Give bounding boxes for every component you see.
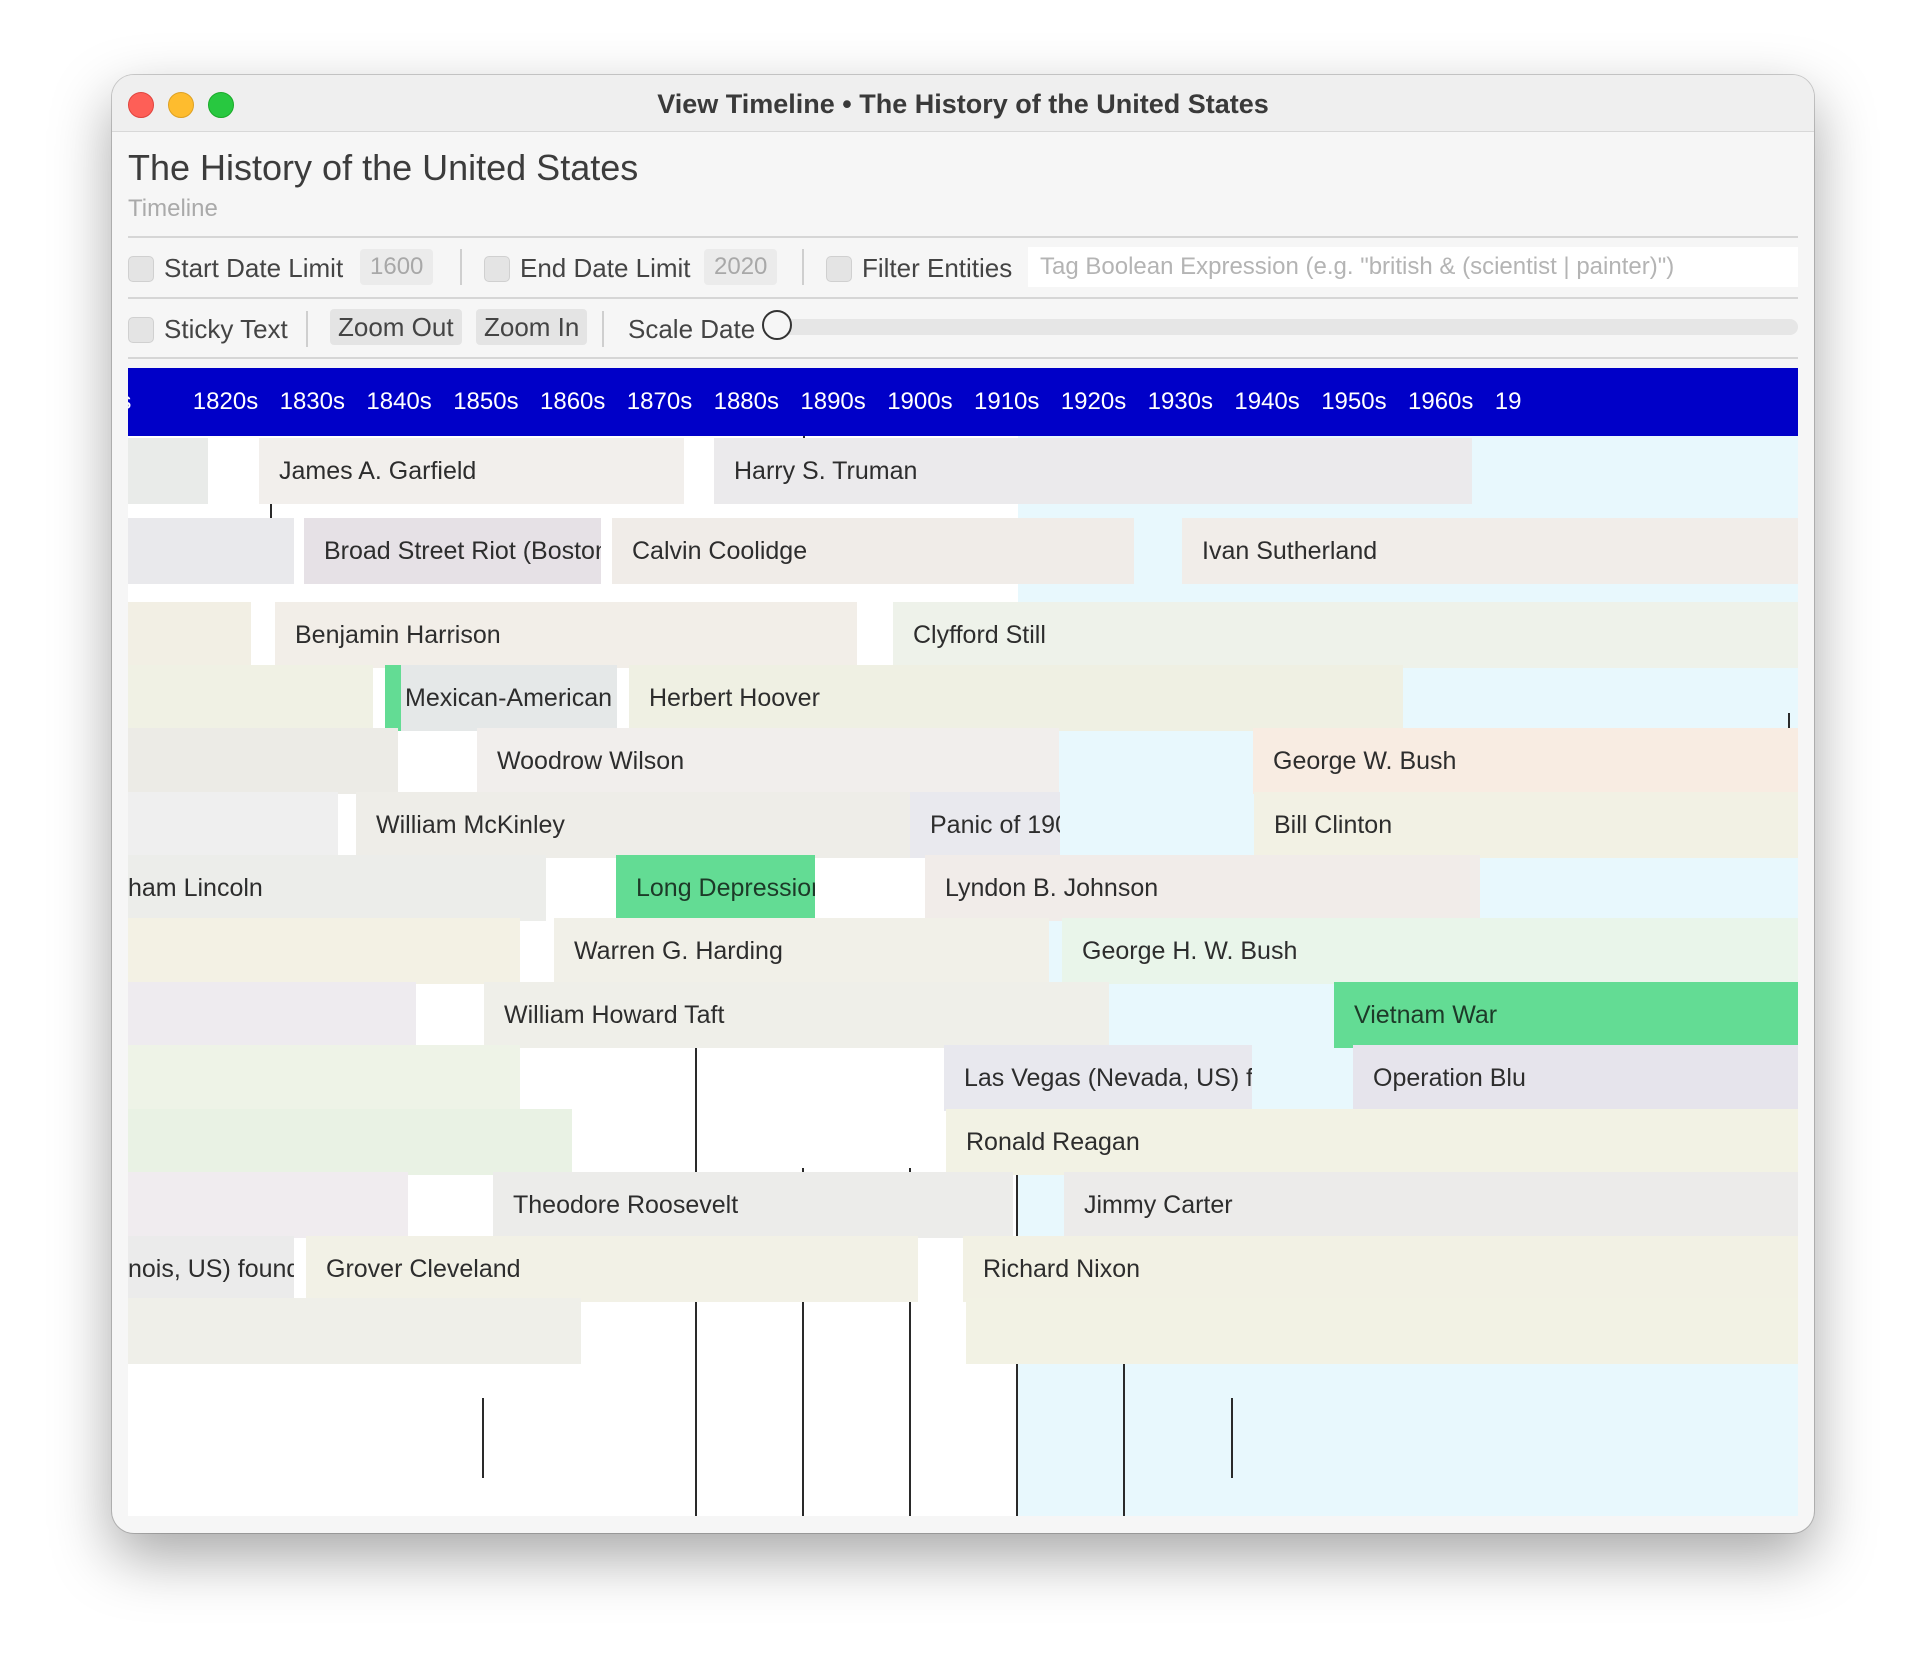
page-subtitle: Timeline: [128, 195, 218, 222]
timeline-event[interactable]: [128, 602, 251, 668]
timeline-event[interactable]: Theodore Roosevelt: [493, 1172, 1013, 1238]
page-title: The History of the United States: [128, 147, 639, 188]
start-date-limit-label: Start Date Limit: [164, 253, 344, 283]
timeline-event[interactable]: Long Depression: [616, 855, 815, 921]
timeline-event[interactable]: [128, 918, 520, 984]
divider: [128, 297, 1798, 299]
timeline-event[interactable]: [128, 792, 338, 858]
decade-label: 19: [1494, 388, 1522, 415]
timeline-event[interactable]: [128, 728, 398, 794]
timeline-event[interactable]: Las Vegas (Nevada, US) founded: [944, 1045, 1252, 1111]
divider: [128, 236, 1798, 238]
timeline-event[interactable]: Panic of 1907: [910, 792, 1060, 858]
start-date-limit-checkbox[interactable]: [128, 256, 154, 282]
timeline-gridline: [1231, 1398, 1233, 1478]
filter-entities-checkbox[interactable]: [826, 256, 852, 282]
decade-label: 1880s: [713, 388, 779, 415]
timeline-view[interactable]: eFranklin D. RooseveltDonald TrumpJames …: [128, 368, 1798, 1516]
timeline-event[interactable]: Richard Nixon: [963, 1236, 1798, 1302]
timeline-event[interactable]: [128, 1109, 572, 1175]
scale-date-label: Scale Date: [628, 314, 756, 344]
end-date-limit-label: End Date Limit: [520, 253, 691, 283]
timeline-event[interactable]: Warren G. Harding: [554, 918, 1049, 984]
zoom-in-button[interactable]: Zoom In: [476, 309, 588, 345]
timeline-event[interactable]: Benjamin Harrison: [275, 602, 857, 668]
decade-label: 1870s: [626, 388, 693, 415]
timeline-event[interactable]: nois, US) founded: [128, 1236, 294, 1302]
scale-date-slider[interactable]: [772, 319, 1798, 335]
timeline-event[interactable]: Clyfford Still: [893, 602, 1798, 668]
decade-label: 1960s: [1408, 388, 1474, 415]
timeline-event[interactable]: Ivan Sutherland: [1182, 518, 1798, 584]
timeline-event[interactable]: Lyndon B. Johnson: [925, 855, 1480, 921]
timeline-event[interactable]: Mexican-American War: [385, 665, 617, 731]
timeline-event[interactable]: Vietnam War: [1334, 982, 1798, 1048]
decade-axis[interactable]: 0s 1820s 1830s 1840s 1850s 1860s 1870s 1880s 189…: [128, 368, 1798, 436]
title-bar: View Timeline • The History of the Unite…: [112, 75, 1814, 132]
filter-entities-label: Filter Entities: [862, 253, 1013, 283]
sticky-text-label: Sticky Text: [164, 314, 288, 344]
divider: [128, 357, 1798, 359]
timeline-event[interactable]: George H. W. Bush: [1062, 918, 1798, 984]
timeline-event[interactable]: Calvin Coolidge: [612, 518, 1134, 584]
zoom-out-button[interactable]: Zoom Out: [330, 309, 462, 345]
timeline-event[interactable]: Harry S. Truman: [714, 438, 1472, 504]
separator: [306, 311, 308, 347]
end-date-input[interactable]: 2020: [704, 249, 778, 285]
timeline-event[interactable]: Jimmy Carter: [1064, 1172, 1798, 1238]
timeline-event[interactable]: [128, 1298, 581, 1364]
decade-label: 1930s: [1147, 388, 1213, 415]
window-title: View Timeline • The History of the Unite…: [657, 89, 1269, 119]
timeline-event[interactable]: Bill Clinton: [1254, 792, 1798, 858]
timeline-event[interactable]: [966, 1298, 1798, 1364]
timeline-event[interactable]: George W. Bush: [1253, 728, 1798, 794]
sticky-text-checkbox[interactable]: [128, 317, 154, 343]
decade-label: 1830s: [279, 388, 345, 415]
timeline-gridline: [482, 1398, 484, 1478]
timeline-event[interactable]: William McKinley: [356, 792, 957, 858]
decade-label: 0s: [128, 388, 131, 416]
start-date-input[interactable]: 1600: [360, 249, 434, 285]
decade-label: 1850s: [453, 388, 519, 415]
timeline-event[interactable]: William Howard Taft: [484, 982, 1109, 1048]
timeline-event[interactable]: Woodrow Wilson: [477, 728, 1059, 794]
timeline-event[interactable]: Herbert Hoover: [629, 665, 1403, 731]
separator: [460, 249, 462, 285]
timeline-event[interactable]: [128, 438, 208, 504]
timeline-event[interactable]: [128, 982, 416, 1048]
end-date-limit-checkbox[interactable]: [484, 256, 510, 282]
timeline-event[interactable]: [128, 665, 373, 731]
decade-label: 1820s: [192, 388, 259, 415]
decade-label: 1860s: [540, 388, 606, 415]
decade-label: 1910s: [974, 388, 1040, 415]
decade-label: 1840s: [366, 388, 432, 415]
timeline-event[interactable]: Ronald Reagan: [946, 1109, 1798, 1175]
timeline-event[interactable]: [128, 1045, 520, 1111]
timeline-event[interactable]: [128, 1172, 408, 1238]
separator: [602, 311, 604, 347]
tag-expression-input[interactable]: Tag Boolean Expression (e.g. "british & …: [1028, 247, 1798, 287]
timeline-event[interactable]: Grover Cleveland: [306, 1236, 918, 1302]
timeline-event[interactable]: Operation Blu: [1353, 1045, 1798, 1111]
decade-label: 1950s: [1321, 388, 1387, 415]
separator: [802, 249, 804, 285]
decade-label: 1920s: [1060, 388, 1127, 415]
timeline-partial-row-bottom: [128, 1478, 1798, 1516]
decade-label: 1940s: [1234, 388, 1300, 415]
timeline-event[interactable]: Broad Street Riot (Boston, MA): [304, 518, 601, 584]
app-window: View Timeline • The History of the Unite…: [112, 75, 1814, 1533]
timeline-event[interactable]: [128, 518, 294, 584]
scale-date-slider-knob[interactable]: [762, 310, 792, 340]
timeline-event[interactable]: James A. Garfield: [259, 438, 684, 504]
decade-label: 1890s: [800, 388, 866, 415]
decade-label: 1900s: [887, 388, 953, 415]
timeline-event[interactable]: ham Lincoln: [128, 855, 546, 921]
